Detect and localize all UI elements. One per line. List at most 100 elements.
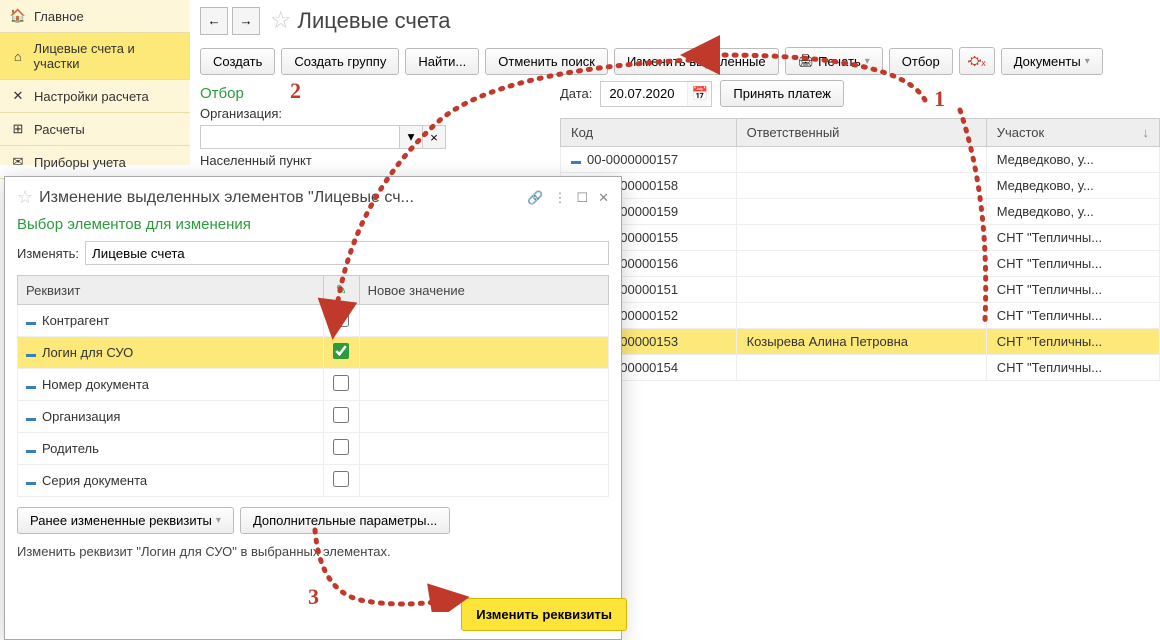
home-solid-icon: ⌂ [10, 48, 26, 64]
attribute-row[interactable]: ▬Номер документа [18, 369, 609, 401]
filter-button[interactable]: Отбор [889, 48, 953, 75]
col-responsible[interactable]: Ответственный [736, 119, 986, 147]
dialog-subtitle: Выбор элементов для изменения [17, 216, 609, 233]
tree-item-icon: ▬ [26, 349, 36, 360]
col-check[interactable]: ✎ [323, 276, 359, 305]
sidebar-item-accounts[interactable]: ⌂ Лицевые счета и участки [0, 33, 190, 80]
more-icon[interactable]: ⋮ [553, 190, 566, 206]
find-button[interactable]: Найти... [405, 48, 479, 75]
table-row[interactable]: ▬00-0000000157Медведково, у... [561, 147, 1160, 173]
cancel-search-button[interactable]: Отменить поиск [485, 48, 608, 75]
tree-item-icon: ▬ [26, 445, 36, 456]
col-section[interactable]: Участок↓ [986, 119, 1159, 147]
settlement-label: Населенный пункт [200, 153, 312, 168]
link-icon[interactable]: 🔗 [527, 190, 543, 206]
tree-item-icon: ▬ [26, 381, 36, 392]
sidebar-item-main[interactable]: 🏠 Главное [0, 0, 190, 33]
date-input[interactable] [601, 82, 687, 106]
change-type-input[interactable] [85, 241, 609, 265]
sidebar-item-label: Расчеты [34, 122, 85, 137]
attribute-checkbox[interactable] [333, 311, 349, 327]
sidebar-item-calculations[interactable]: ⊞ Расчеты [0, 113, 190, 146]
table-row[interactable]: ▬00-0000000152СНТ "Тепличны... [561, 303, 1160, 329]
change-label: Изменять: [17, 246, 79, 261]
date-section: Дата: 📅 Принять платеж [560, 80, 844, 107]
nav-back-button[interactable]: ← [200, 7, 228, 35]
organization-input[interactable] [200, 125, 400, 149]
apply-button[interactable]: Изменить реквизиты [461, 598, 627, 631]
meter-icon: ✉ [10, 154, 26, 170]
star-icon[interactable]: ☆ [17, 187, 33, 208]
pencil-icon: ✎ [336, 282, 347, 297]
table-row[interactable]: ▬00-0000000156СНТ "Тепличны... [561, 251, 1160, 277]
settings-icon: ✕ [10, 88, 26, 104]
attribute-row[interactable]: ▬Родитель [18, 433, 609, 465]
close-icon[interactable]: ✕ [598, 190, 609, 206]
print-button[interactable]: 🖨Печать [785, 47, 883, 75]
star-icon[interactable]: ☆ [270, 6, 292, 35]
additional-params-button[interactable]: Дополнительные параметры... [240, 507, 450, 534]
organization-clear-button[interactable]: × [422, 125, 446, 149]
clear-filter-button[interactable]: ⛮ₓ [959, 47, 995, 75]
change-selected-button[interactable]: Изменить выделенные [614, 48, 779, 75]
item-icon: ▬ [571, 156, 581, 167]
col-newvalue[interactable]: Новое значение [359, 276, 608, 305]
sidebar-item-calc-settings[interactable]: ✕ Настройки расчета [0, 80, 190, 113]
attribute-checkbox[interactable] [333, 407, 349, 423]
col-attribute[interactable]: Реквизит [18, 276, 324, 305]
calendar-button[interactable]: 📅 [687, 82, 711, 106]
tree-item-icon: ▬ [26, 413, 36, 424]
arrow-left-icon: ← [207, 13, 220, 28]
tree-item-icon: ▬ [26, 317, 36, 328]
sort-asc-icon: ↓ [1143, 125, 1150, 140]
change-elements-dialog: ☆ Изменение выделенных элементов "Лицевы… [4, 176, 622, 640]
calendar-icon: 📅 [692, 86, 709, 101]
prev-changed-button[interactable]: Ранее измененные реквизиты [17, 507, 234, 534]
attribute-row[interactable]: ▬Контрагент [18, 305, 609, 337]
organization-label: Организация: [200, 106, 300, 121]
attribute-checkbox[interactable] [333, 343, 349, 359]
table-row[interactable]: ▬00-0000000153Козырева Алина ПетровнаСНТ… [561, 329, 1160, 355]
tree-item-icon: ▬ [26, 477, 36, 488]
attribute-row[interactable]: ▬Организация [18, 401, 609, 433]
attribute-checkbox[interactable] [333, 375, 349, 391]
accounts-table: Код Ответственный Участок↓ ▬00-000000015… [560, 118, 1160, 381]
calculator-icon: ⊞ [10, 121, 26, 137]
chevron-down-icon: ▾ [408, 129, 415, 144]
attribute-row[interactable]: ▬Серия документа [18, 465, 609, 497]
attribute-row[interactable]: ▬Логин для СУО [18, 337, 609, 369]
date-label: Дата: [560, 86, 592, 101]
sidebar-item-label: Приборы учета [34, 155, 126, 170]
attribute-checkbox[interactable] [333, 439, 349, 455]
sidebar: 🏠 Главное ⌂ Лицевые счета и участки ✕ На… [0, 0, 190, 165]
accept-payment-button[interactable]: Принять платеж [720, 80, 844, 107]
nav-forward-button[interactable]: → [232, 7, 260, 35]
x-icon: × [430, 130, 438, 145]
attributes-table: Реквизит ✎ Новое значение ▬Контрагент▬Ло… [17, 275, 609, 497]
status-text: Изменить реквизит "Логин для СУО" в выбр… [17, 544, 609, 559]
table-row[interactable]: ▬00-0000000154СНТ "Тепличны... [561, 355, 1160, 381]
maximize-icon[interactable]: ☐ [576, 190, 588, 206]
printer-icon: 🖨 [798, 53, 815, 69]
toolbar: Создать Создать группу Найти... Отменить… [200, 41, 1160, 81]
sidebar-item-label: Главное [34, 9, 84, 24]
home-icon: 🏠 [10, 8, 26, 24]
table-row[interactable]: ▬00-0000000151СНТ "Тепличны... [561, 277, 1160, 303]
arrow-right-icon: → [239, 13, 252, 28]
attribute-checkbox[interactable] [333, 471, 349, 487]
table-row[interactable]: ▬00-0000000158Медведково, у... [561, 173, 1160, 199]
sidebar-item-meters[interactable]: ✉ Приборы учета [0, 146, 190, 179]
create-group-button[interactable]: Создать группу [281, 48, 399, 75]
page-title: Лицевые счета [298, 8, 451, 34]
sidebar-item-label: Настройки расчета [34, 89, 149, 104]
table-row[interactable]: ▬00-0000000159Медведково, у... [561, 199, 1160, 225]
dialog-title: Изменение выделенных элементов "Лицевые … [39, 189, 527, 207]
sidebar-item-label: Лицевые счета и участки [34, 41, 180, 71]
title-bar: ← → ☆ Лицевые счета [200, 0, 1160, 41]
create-button[interactable]: Создать [200, 48, 275, 75]
table-row[interactable]: ▬00-0000000155СНТ "Тепличны... [561, 225, 1160, 251]
col-code[interactable]: Код [561, 119, 737, 147]
funnel-x-icon: ⛮ₓ [968, 53, 986, 69]
organization-dropdown-button[interactable]: ▾ [399, 125, 423, 149]
documents-button[interactable]: Документы [1001, 48, 1103, 75]
